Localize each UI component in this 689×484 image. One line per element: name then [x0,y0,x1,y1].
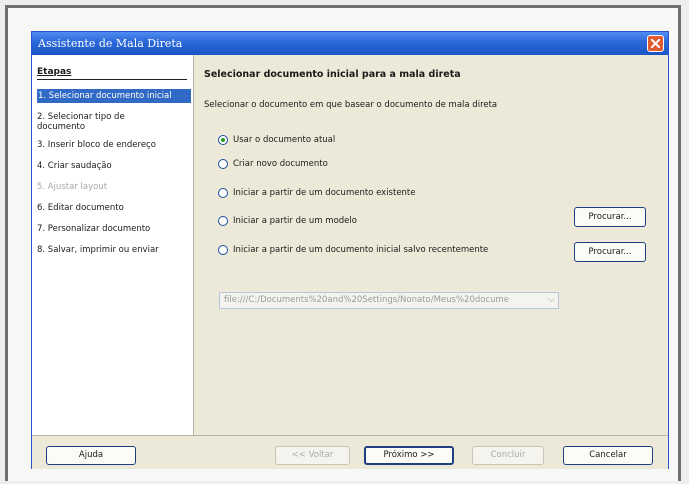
radio-checked-icon[interactable] [218,135,228,145]
finish-button: Concluir [472,446,544,465]
radio-icon[interactable] [218,216,228,226]
option-label: Iniciar a partir de um documento inicial… [233,245,489,255]
close-button[interactable] [647,35,664,52]
radio-icon[interactable] [218,245,228,255]
radio-icon[interactable] [218,188,228,198]
chevron-down-icon: ⌵ [548,295,555,305]
option-label: Iniciar a partir de um documento existen… [233,188,416,198]
browse-template-button[interactable]: Procurar... [574,242,646,262]
page-description: Selecionar o documento em que basear o d… [204,100,498,110]
option-label: Criar novo documento [233,159,328,169]
next-button[interactable]: Próximo >> [364,446,454,465]
step-adjust-layout: 5. Ajustar layout [37,182,108,192]
option-from-template[interactable]: Iniciar a partir de um modelo [218,216,357,227]
option-label: Usar o documento atual [233,135,336,145]
steps-sidebar: Etapas 1. Selecionar documento inicial 2… [32,55,194,435]
back-button: << Voltar [275,446,350,465]
option-recent-document[interactable]: Iniciar a partir de um documento inicial… [218,245,488,256]
option-existing-document[interactable]: Iniciar a partir de um documento existen… [218,188,416,199]
dialog-title: Assistente de Mala Direta [38,37,183,50]
option-label: Iniciar a partir de um modelo [233,216,357,226]
step-save-print-send[interactable]: 8. Salvar, imprimir ou enviar [37,245,190,255]
step-edit-document[interactable]: 6. Editar documento [37,203,190,213]
mail-merge-wizard-dialog: Assistente de Mala Direta Etapas 1. Sele… [31,31,669,469]
steps-title: Etapas [37,67,187,80]
step-insert-address[interactable]: 3. Inserir bloco de endereço [37,140,190,150]
main-content: Selecionar documento inicial para a mala… [194,55,668,435]
cancel-button[interactable]: Cancelar [563,446,653,465]
help-button[interactable]: Ajuda [46,446,136,465]
step-select-type[interactable]: 2. Selecionar tipo de documento [37,112,145,132]
title-bar: Assistente de Mala Direta [32,32,668,55]
page-heading: Selecionar documento inicial para a mala… [204,69,461,80]
step-create-greeting[interactable]: 4. Criar saudação [37,161,190,171]
step-personalize[interactable]: 7. Personalizar documento [37,224,190,234]
button-bar: Ajuda << Voltar Próximo >> Concluir Canc… [32,435,668,469]
option-create-new[interactable]: Criar novo documento [218,159,328,170]
browse-document-button[interactable]: Procurar... [574,207,646,227]
recent-file-value: file:///C:/Documents%20and%20Settings/No… [224,295,510,305]
close-icon [651,39,660,48]
option-use-current[interactable]: Usar o documento atual [218,135,335,146]
radio-icon[interactable] [218,159,228,169]
step-select-document[interactable]: 1. Selecionar documento inicial [37,89,191,103]
recent-file-select: file:///C:/Documents%20and%20Settings/No… [219,292,559,309]
